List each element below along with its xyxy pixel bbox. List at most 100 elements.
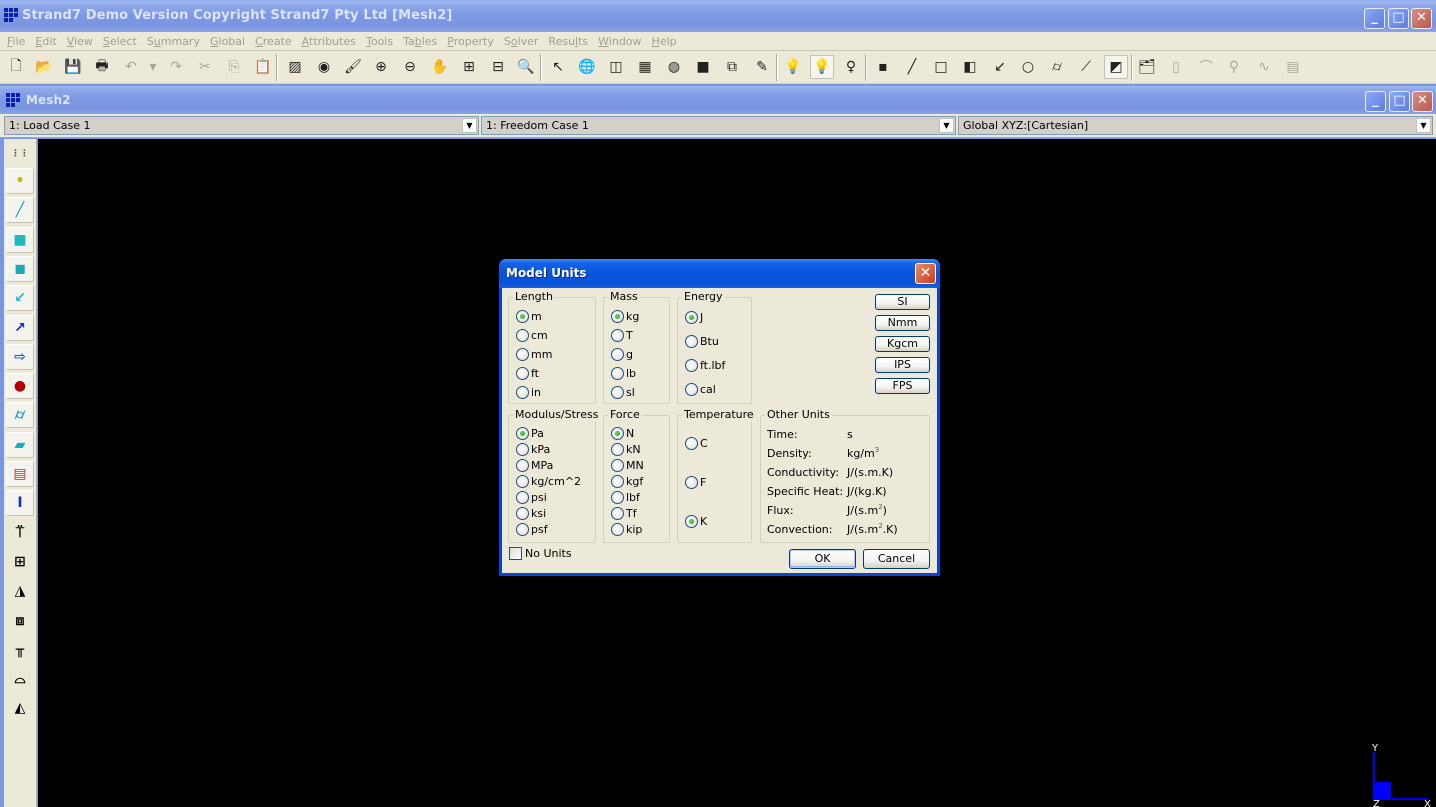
cancel-button[interactable]: Cancel xyxy=(863,549,930,569)
select-pointer-icon[interactable]: ↖ xyxy=(546,55,570,79)
stress-radio-mpa[interactable]: MPa xyxy=(516,458,553,472)
undo-dropdown-icon[interactable]: ▾ xyxy=(141,55,165,79)
length-radio-cm[interactable]: cm xyxy=(516,328,548,342)
pan-hand-icon[interactable]: ✋ xyxy=(428,55,452,79)
tube-icon[interactable]: ⌓ xyxy=(6,666,34,692)
stress-radio-kgcm2[interactable]: kg/cm^2 xyxy=(516,474,581,488)
radio-button-icon[interactable] xyxy=(611,522,624,536)
energy-radio-btu[interactable]: Btu xyxy=(685,334,719,348)
menu-file[interactable]: File xyxy=(2,35,30,48)
radio-button-icon[interactable] xyxy=(516,328,529,342)
zoom-limits-icon[interactable]: 🔍 xyxy=(514,55,538,79)
minimize-button[interactable]: _ xyxy=(1364,8,1385,29)
load-arrow-tool-icon[interactable]: ⇨ xyxy=(6,343,34,370)
plate-tool-icon[interactable]: ■ xyxy=(6,226,34,253)
child-maximize-button[interactable]: □ xyxy=(1389,91,1410,112)
preset-fps-button[interactable]: FPS xyxy=(875,378,930,394)
copy-icon[interactable]: ⎘ xyxy=(222,55,246,79)
menu-results[interactable]: Results xyxy=(543,35,593,48)
menu-summary[interactable]: Summary xyxy=(142,35,205,48)
frame-icon[interactable]: ╥ xyxy=(6,637,34,663)
length-radio-in[interactable]: in xyxy=(516,385,541,399)
radio-button-icon[interactable] xyxy=(516,522,529,536)
temperature-radio-c[interactable]: C xyxy=(685,436,708,450)
energy-radio-cal[interactable]: cal xyxy=(685,382,716,396)
radio-button-icon[interactable] xyxy=(611,385,624,399)
radio-button-icon[interactable] xyxy=(685,382,698,396)
radio-button-icon[interactable] xyxy=(685,436,698,450)
color-palette-icon[interactable]: ◍ xyxy=(662,55,686,79)
zoom-out-icon[interactable]: ⊟ xyxy=(486,55,510,79)
preset-kgcm-button[interactable]: Kgcm xyxy=(875,336,930,352)
radio-button-icon[interactable] xyxy=(516,506,529,520)
zoom-in-icon[interactable]: ⊞ xyxy=(457,55,481,79)
radio-button-icon[interactable] xyxy=(516,426,529,440)
section-tool-icon[interactable]: ▤ xyxy=(6,461,34,487)
shell-icon[interactable]: ◮ xyxy=(6,578,34,604)
node-tool-icon[interactable]: • xyxy=(6,168,34,194)
truss-icon[interactable]: ⍡ xyxy=(6,520,34,546)
brick-mesh-icon[interactable]: ⧈ xyxy=(6,608,34,634)
mass-radio-g[interactable]: g xyxy=(611,347,633,361)
radio-button-icon[interactable] xyxy=(516,366,529,380)
open-folder-icon[interactable]: 📂 xyxy=(32,55,56,79)
chevron-down-icon[interactable]: ▼ xyxy=(1416,118,1431,133)
force-radio-tf[interactable]: Tf xyxy=(611,506,637,520)
maximize-button[interactable]: □ xyxy=(1388,8,1409,29)
stress-radio-kpa[interactable]: kPa xyxy=(516,442,550,456)
length-radio-m[interactable]: m xyxy=(516,309,542,323)
point-tool-icon[interactable]: ● xyxy=(6,373,34,400)
mass-radio-lb[interactable]: lb xyxy=(611,366,636,380)
plate-icon[interactable]: □ xyxy=(929,55,953,79)
mass-radio-kg[interactable]: kg xyxy=(611,309,639,323)
app-title-bar[interactable]: Strand7 Demo Version Copyright Strand7 P… xyxy=(0,0,1436,32)
zoom-out-window-icon[interactable]: ⊖ xyxy=(398,55,422,79)
radio-button-icon[interactable] xyxy=(611,366,624,380)
menu-property[interactable]: Property xyxy=(442,35,499,48)
force-radio-kip[interactable]: kip xyxy=(611,522,642,536)
preset-nmm-button[interactable]: Nmm xyxy=(875,315,930,331)
radio-button-icon[interactable] xyxy=(611,490,624,504)
radio-button-icon[interactable] xyxy=(685,475,698,489)
paint-brush-icon[interactable]: 🖌 xyxy=(341,55,365,79)
graph-icon[interactable]: ∿ xyxy=(1252,55,1276,79)
link-tool-icon[interactable]: ↙ xyxy=(6,285,34,312)
radio-button-icon[interactable] xyxy=(516,458,529,472)
cylinder-icon[interactable]: ⌭ xyxy=(1045,55,1069,79)
deformed-shape-icon[interactable]: ⌒ xyxy=(1194,55,1218,79)
radio-button-icon[interactable] xyxy=(516,309,529,323)
mass-radio-sl[interactable]: sl xyxy=(611,385,635,399)
radio-button-icon[interactable] xyxy=(516,490,529,504)
radio-button-icon[interactable] xyxy=(516,347,529,361)
radio-button-icon[interactable] xyxy=(611,458,624,472)
radio-button-icon[interactable] xyxy=(611,328,624,342)
stress-radio-pa[interactable]: Pa xyxy=(516,426,544,440)
light-source-icon[interactable]: 💡 xyxy=(781,55,805,79)
stress-radio-psf[interactable]: psf xyxy=(516,522,548,536)
table-icon[interactable]: ▤ xyxy=(1281,55,1305,79)
radio-button-icon[interactable] xyxy=(516,442,529,456)
plate-mesh-icon[interactable]: ⊞ xyxy=(6,549,34,575)
radio-button-icon[interactable] xyxy=(611,426,624,440)
undo-icon[interactable]: ↶ xyxy=(119,55,143,79)
element-color-icon[interactable]: ■ xyxy=(691,55,715,79)
menu-solver[interactable]: Solver xyxy=(499,35,544,48)
menu-edit[interactable]: Edit xyxy=(30,35,61,48)
beam-icon[interactable]: ╱ xyxy=(900,55,924,79)
save-icon[interactable]: 💾 xyxy=(61,55,85,79)
close-button[interactable]: ✕ xyxy=(1411,8,1432,29)
menu-help[interactable]: Help xyxy=(647,35,682,48)
link-element-icon[interactable]: ↙ xyxy=(988,55,1012,79)
radio-button-icon[interactable] xyxy=(611,309,624,323)
new-file-icon[interactable]: 🗋 xyxy=(4,55,28,79)
freedom-case-select[interactable]: 1: Freedom Case 1 ▼ xyxy=(481,116,956,135)
layers-icon[interactable]: 🗂 xyxy=(1135,55,1159,79)
menu-window[interactable]: Window xyxy=(593,35,646,48)
menu-global[interactable]: Global xyxy=(205,35,250,48)
radio-button-icon[interactable] xyxy=(685,310,698,324)
radio-button-icon[interactable] xyxy=(516,474,529,488)
vector-tool-icon[interactable]: ↗ xyxy=(6,314,34,341)
light-on-icon[interactable]: 💡 xyxy=(810,55,834,79)
cut-icon[interactable]: ✂ xyxy=(193,55,217,79)
brick-icon[interactable]: ◧ xyxy=(958,55,982,79)
